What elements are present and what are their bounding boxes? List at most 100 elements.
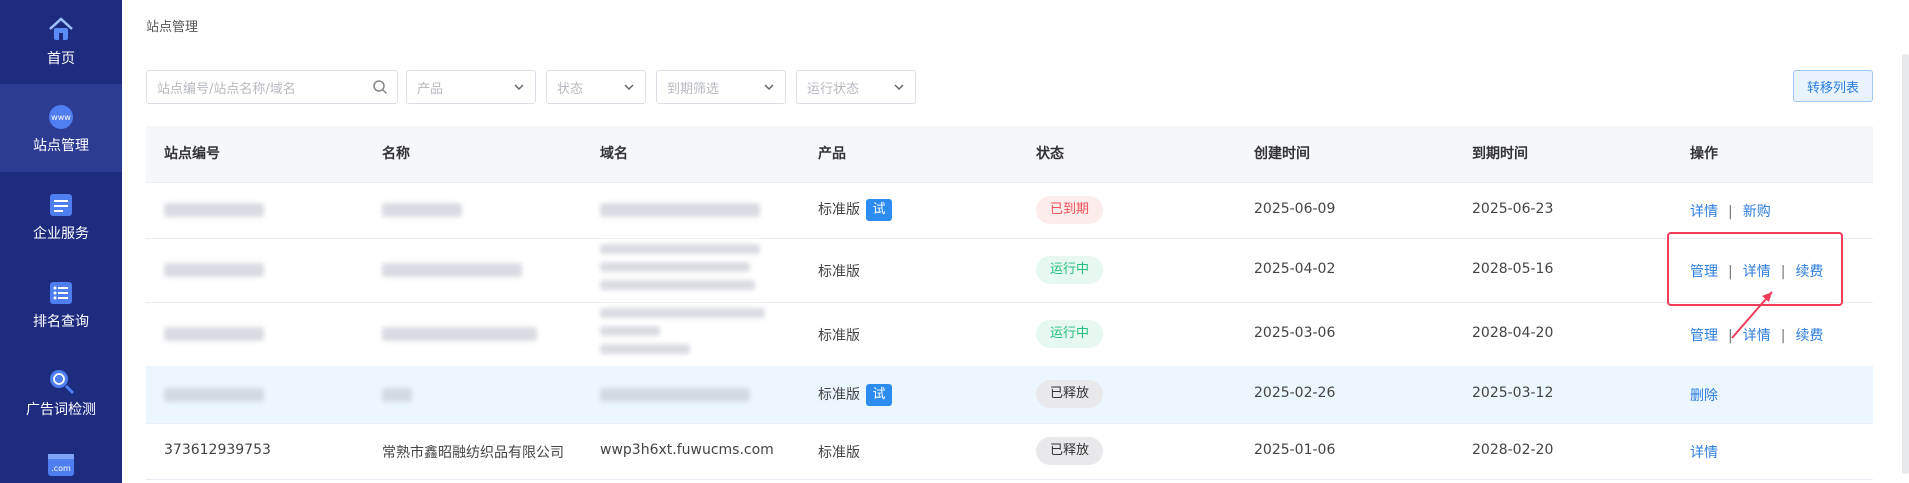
- table-row: 标准版 运行中 2025-04-02 2028-05-16 管理 | 详情 | 续费: [146, 238, 1873, 303]
- search-icon[interactable]: [372, 79, 388, 99]
- sidebar-item-label: 首页: [47, 51, 75, 67]
- chevron-down-icon: [893, 81, 905, 97]
- header-site-id: 站点编号: [164, 146, 220, 162]
- site-name: 常熟市鑫昭融纺织品有限公司: [382, 445, 564, 461]
- status-badge: 已到期: [1036, 196, 1104, 224]
- redacted-domain: [600, 244, 760, 254]
- product-cell: 标准版试: [818, 384, 892, 406]
- redacted-name: [382, 327, 537, 341]
- redacted-site-id: [164, 327, 264, 341]
- created-date: 2025-02-26: [1254, 385, 1336, 401]
- annotation-arrow-icon: [1731, 291, 1773, 339]
- new-purchase-link[interactable]: 新购: [1743, 204, 1771, 220]
- chevron-down-icon: [763, 81, 775, 97]
- redacted-domain: [600, 344, 690, 354]
- sidebar-item-domain[interactable]: .com: [0, 436, 122, 483]
- transfer-list-button[interactable]: 转移列表: [1793, 70, 1873, 102]
- sidebar-item-site-management[interactable]: www 站点管理: [0, 84, 122, 172]
- status-badge: 已释放: [1036, 380, 1104, 408]
- redacted-site-id: [164, 263, 264, 277]
- trial-badge: 试: [866, 199, 892, 221]
- redacted-domain: [600, 388, 750, 402]
- redacted-name: [382, 388, 412, 402]
- redacted-domain: [600, 280, 755, 290]
- details-link[interactable]: 详情: [1690, 204, 1718, 220]
- search-check-icon: [46, 366, 76, 396]
- service-icon: [46, 190, 76, 220]
- redacted-domain: [600, 326, 660, 336]
- expiry-filter-select[interactable]: 到期筛选: [656, 70, 786, 104]
- sidebar-item-label: 企业服务: [33, 226, 89, 242]
- redacted-name: [382, 203, 462, 217]
- trial-badge: 试: [866, 384, 892, 406]
- status-badge: 已释放: [1036, 437, 1104, 465]
- created-date: 2025-06-09: [1254, 201, 1336, 217]
- ranking-list-icon: [46, 278, 76, 308]
- expiry-date: 2028-02-20: [1472, 442, 1554, 458]
- created-date: 2025-01-06: [1254, 442, 1336, 458]
- redacted-domain: [600, 203, 760, 217]
- status-badge: 运行中: [1036, 256, 1104, 284]
- sidebar: 首页 www 站点管理 企业服务 排名查询 广告词检测 .com: [0, 0, 122, 483]
- created-date: 2025-03-06: [1254, 325, 1336, 341]
- sidebar-item-enterprise-service[interactable]: 企业服务: [0, 172, 122, 260]
- product-cell: 标准版: [818, 445, 860, 461]
- expiry-date: 2025-03-12: [1472, 385, 1554, 401]
- sidebar-item-home[interactable]: 首页: [0, 0, 122, 82]
- manage-link[interactable]: 管理: [1690, 328, 1718, 344]
- delete-link[interactable]: 删除: [1690, 388, 1718, 404]
- sidebar-item-ranking-query[interactable]: 排名查询: [0, 260, 122, 348]
- status-badge: 运行中: [1036, 320, 1104, 348]
- vertical-scrollbar[interactable]: [1902, 54, 1909, 474]
- header-actions: 操作: [1690, 146, 1718, 162]
- header-domain: 域名: [600, 146, 628, 162]
- redacted-name: [382, 263, 522, 277]
- expiry-date: 2025-06-23: [1472, 201, 1554, 217]
- header-status: 状态: [1036, 146, 1064, 162]
- header-created: 创建时间: [1254, 146, 1310, 162]
- row-actions: 删除: [1690, 385, 1718, 405]
- chevron-down-icon: [623, 81, 635, 97]
- redacted-domain: [600, 262, 750, 272]
- search-placeholder: 站点编号/站点名称/域名: [157, 81, 296, 97]
- run-status-select[interactable]: 运行状态: [796, 70, 916, 104]
- table-row: 标准版试 已释放 2025-02-26 2025-03-12 删除: [146, 366, 1873, 424]
- details-link[interactable]: 详情: [1690, 445, 1718, 461]
- chevron-down-icon: [513, 81, 525, 97]
- header-product: 产品: [818, 146, 846, 162]
- expiry-placeholder: 到期筛选: [667, 81, 720, 97]
- row-actions: 详情: [1690, 442, 1718, 462]
- table-row: 373612939753 常熟市鑫昭融纺织品有限公司 wwp3h6xt.fuwu…: [146, 423, 1873, 480]
- product-cell: 标准版试: [818, 199, 892, 221]
- sidebar-item-label: 站点管理: [33, 138, 89, 154]
- svg-text:www: www: [51, 113, 71, 122]
- product-cell: 标准版: [818, 264, 860, 280]
- home-icon: [46, 15, 76, 45]
- search-input[interactable]: 站点编号/站点名称/域名: [146, 70, 398, 104]
- status-select[interactable]: 状态: [546, 70, 646, 104]
- table-row: 标准版试 已到期 2025-06-09 2025-06-23 详情 | 新购: [146, 182, 1873, 239]
- renew-link[interactable]: 续费: [1795, 328, 1823, 344]
- table-row: 标准版 运行中 2025-03-06 2028-04-20 管理 | 详情 | 续费: [146, 302, 1873, 367]
- sidebar-item-label: 排名查询: [33, 314, 89, 330]
- redacted-site-id: [164, 203, 264, 217]
- run-status-placeholder: 运行状态: [807, 81, 860, 97]
- redacted-site-id: [164, 388, 264, 402]
- sidebar-item-ad-word-check[interactable]: 广告词检测: [0, 348, 122, 436]
- svg-text:.com: .com: [51, 464, 71, 473]
- redacted-domain: [600, 308, 765, 318]
- sidebar-item-label: 广告词检测: [26, 402, 96, 418]
- www-icon: www: [46, 102, 76, 132]
- header-expires: 到期时间: [1472, 146, 1528, 162]
- expiry-date: 2028-04-20: [1472, 325, 1554, 341]
- site-domain[interactable]: wwp3h6xt.fuwucms.com: [600, 442, 774, 458]
- row-actions: 详情 | 新购: [1690, 204, 1771, 220]
- table-header: 站点编号 名称 域名 产品 状态 创建时间 到期时间 操作: [146, 126, 1873, 183]
- breadcrumb: 站点管理: [146, 20, 199, 35]
- product-placeholder: 产品: [417, 81, 444, 97]
- status-placeholder: 状态: [557, 81, 584, 97]
- product-cell: 标准版: [818, 328, 860, 344]
- product-select[interactable]: 产品: [406, 70, 536, 104]
- expiry-date: 2028-05-16: [1472, 261, 1554, 277]
- created-date: 2025-04-02: [1254, 261, 1336, 277]
